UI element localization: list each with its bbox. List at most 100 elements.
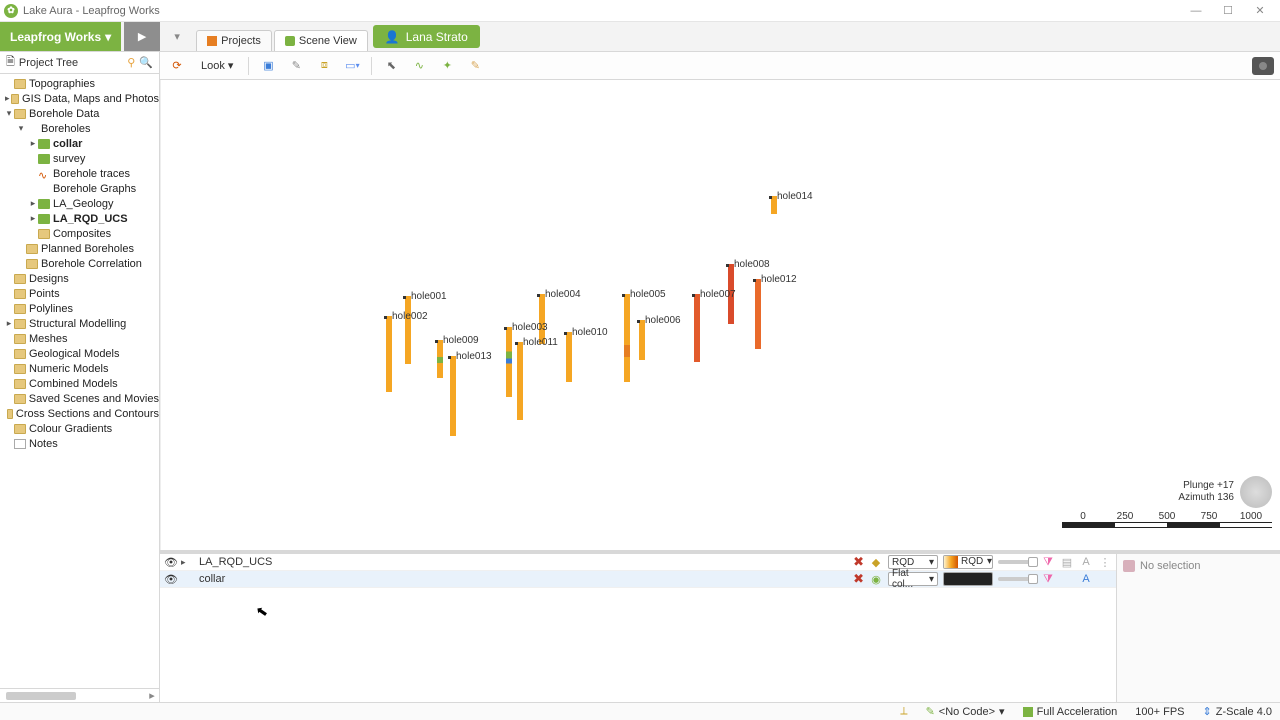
- slicer-button[interactable]: ⧈: [313, 55, 335, 77]
- app-bar: Leapfrog Works ▾ ▶ ▾ Projects Scene View…: [0, 22, 1280, 52]
- user-icon: 👤: [385, 30, 400, 44]
- borehole-hole011[interactable]: hole011: [517, 342, 523, 420]
- run-button[interactable]: ▶: [124, 22, 160, 51]
- borehole-hole013[interactable]: hole013: [450, 356, 456, 436]
- compass-widget[interactable]: [1240, 476, 1272, 508]
- borehole-hole010[interactable]: hole010: [566, 332, 572, 382]
- camera-icon[interactable]: [1252, 57, 1274, 75]
- close-button[interactable]: ✕: [1244, 1, 1276, 21]
- label-icon[interactable]: A: [1079, 555, 1093, 569]
- refresh-button[interactable]: ⟳: [166, 55, 188, 77]
- colorby-type-icon[interactable]: ◆: [869, 555, 883, 569]
- tree-structural-modelling[interactable]: ▸Structural Modelling: [0, 316, 159, 331]
- boreholes-icon: [26, 124, 38, 134]
- tree-borehole-data[interactable]: ▾Borehole Data: [0, 106, 159, 121]
- opacity-slider[interactable]: [998, 577, 1036, 581]
- plane-button[interactable]: ▭▾: [341, 55, 363, 77]
- info-icon[interactable]: ⋮: [1098, 555, 1112, 569]
- borehole-hole001[interactable]: hole001: [405, 296, 411, 364]
- tree-notes[interactable]: Notes: [0, 436, 159, 451]
- tree-designs[interactable]: Designs: [0, 271, 159, 286]
- tab-scene-view[interactable]: Scene View: [274, 30, 368, 51]
- maximize-button[interactable]: ☐: [1212, 1, 1244, 21]
- tree-borehole-correlation[interactable]: Borehole Correlation: [0, 256, 159, 271]
- tree-geological-models[interactable]: Geological Models: [0, 346, 159, 361]
- borehole-hole007[interactable]: hole007: [694, 294, 700, 362]
- legend-icon[interactable]: ▤: [1060, 555, 1074, 569]
- tree-la-rqd-ucs[interactable]: ▸LA_RQD_UCS: [0, 211, 159, 226]
- remove-icon[interactable]: ✖: [853, 554, 864, 570]
- look-menu[interactable]: Look▾: [194, 55, 240, 77]
- search-icon[interactable]: 🔍: [139, 56, 153, 69]
- colorby-type-icon[interactable]: ◉: [869, 572, 883, 586]
- tree-composites[interactable]: Composites: [0, 226, 159, 241]
- project-tree-title: Project Tree: [19, 57, 78, 69]
- tree-cross-sections[interactable]: Cross Sections and Contours: [0, 406, 159, 421]
- remove-icon[interactable]: ✖: [853, 571, 864, 587]
- colorby-dropdown[interactable]: Flat col...▾: [888, 572, 938, 586]
- tree-gis[interactable]: ▸GIS Data, Maps and Photos: [0, 91, 159, 106]
- tree-planned-boreholes[interactable]: Planned Boreholes: [0, 241, 159, 256]
- borehole-hole002[interactable]: hole002: [386, 316, 392, 392]
- tree-borehole-traces[interactable]: ∿Borehole traces: [0, 166, 159, 181]
- borehole-hole009[interactable]: hole009: [437, 340, 443, 378]
- draw-point-button[interactable]: ✎: [464, 55, 486, 77]
- tree-combined-models[interactable]: Combined Models: [0, 376, 159, 391]
- shape-row-collar[interactable]: 👁 collar ✖ ◉ Flat col...▾ ⧩ A: [160, 571, 1116, 588]
- tree-borehole-graphs[interactable]: Borehole Graphs: [0, 181, 159, 196]
- chevron-down-icon: ▾: [105, 30, 111, 44]
- tab-projects[interactable]: Projects: [196, 30, 272, 51]
- tree-collar[interactable]: ▸collar: [0, 136, 159, 151]
- bounding-box-button[interactable]: ▣: [257, 55, 279, 77]
- pin-icon[interactable]: ⚲: [127, 56, 135, 69]
- tree-points[interactable]: Points: [0, 286, 159, 301]
- plunge-label: Plunge +17: [1178, 480, 1234, 492]
- expand-icon[interactable]: ▸: [181, 557, 189, 568]
- tree-polylines[interactable]: Polylines: [0, 301, 159, 316]
- tree-meshes[interactable]: Meshes: [0, 331, 159, 346]
- tree-icon: 🗎: [6, 53, 15, 72]
- tree-saved-scenes[interactable]: Saved Scenes and Movies: [0, 391, 159, 406]
- select-button[interactable]: ⬉: [380, 55, 402, 77]
- tree-boreholes[interactable]: ▾Boreholes: [0, 121, 159, 136]
- project-tree[interactable]: Topographies ▸GIS Data, Maps and Photos …: [0, 74, 159, 688]
- ruler-button[interactable]: ✎: [285, 55, 307, 77]
- borehole-hole014[interactable]: hole014: [771, 196, 777, 214]
- user-button[interactable]: 👤 Lana Strato: [373, 25, 480, 48]
- label-icon[interactable]: A: [1079, 572, 1093, 586]
- filter-icon[interactable]: ⧩: [1041, 572, 1055, 586]
- shape-list[interactable]: 👁 ▸ LA_RQD_UCS ✖ ◆ RQD▾ RQD▾ ⧩ ▤ A ⋮ 👁: [160, 554, 1116, 702]
- scene-viewport[interactable]: hole014 hole008 hole012 hole007 hole005 …: [160, 80, 1280, 550]
- selection-panel: No selection: [1116, 554, 1280, 702]
- borehole-hole003[interactable]: hole003: [506, 327, 512, 397]
- scale-tick: 250: [1104, 511, 1146, 522]
- tree-survey[interactable]: survey: [0, 151, 159, 166]
- borehole-hole012[interactable]: hole012: [755, 279, 761, 349]
- graphs-icon: [38, 184, 50, 194]
- draw-plane-button[interactable]: ✦: [436, 55, 458, 77]
- tree-colour-gradients[interactable]: Colour Gradients: [0, 421, 159, 436]
- borehole-hole005[interactable]: hole005: [624, 294, 630, 382]
- colormap-dropdown[interactable]: RQD▾: [943, 555, 993, 569]
- filter-icon[interactable]: ⧩: [1041, 555, 1055, 569]
- colorby-dropdown[interactable]: RQD▾: [888, 555, 938, 569]
- dropdown-button[interactable]: ▾: [160, 22, 194, 51]
- tree-numeric-models[interactable]: Numeric Models: [0, 361, 159, 376]
- borehole-hole006[interactable]: hole006: [639, 320, 645, 360]
- status-nocode[interactable]: ✎<No Code>▾: [926, 705, 1005, 718]
- status-acceleration[interactable]: Full Acceleration: [1023, 706, 1118, 718]
- status-anchor[interactable]: ⟂: [900, 705, 907, 718]
- minimize-button[interactable]: —: [1180, 1, 1212, 21]
- opacity-slider[interactable]: [998, 560, 1036, 564]
- visibility-toggle[interactable]: 👁: [164, 556, 176, 568]
- brand-menu-button[interactable]: Leapfrog Works ▾: [0, 22, 121, 51]
- draw-line-button[interactable]: ∿: [408, 55, 430, 77]
- shape-row-la-rqd-ucs[interactable]: 👁 ▸ LA_RQD_UCS ✖ ◆ RQD▾ RQD▾ ⧩ ▤ A ⋮: [160, 554, 1116, 571]
- tree-la-geology[interactable]: ▸LA_Geology: [0, 196, 159, 211]
- status-zscale[interactable]: ⇕Z-Scale 4.0: [1203, 705, 1272, 718]
- visibility-toggle[interactable]: 👁: [164, 573, 176, 585]
- color-swatch[interactable]: [943, 572, 993, 586]
- tree-horizontal-scrollbar[interactable]: ▸: [0, 688, 159, 702]
- tree-topographies[interactable]: Topographies: [0, 76, 159, 91]
- scale-tick: 0: [1062, 511, 1104, 522]
